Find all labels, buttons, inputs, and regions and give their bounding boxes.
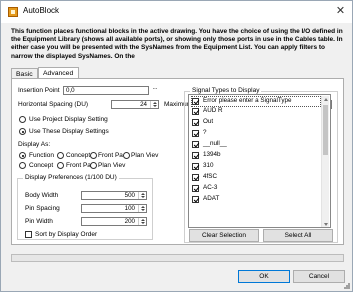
body-width-label: Body Width — [25, 192, 59, 199]
list-item-label: AC-3 — [203, 184, 218, 191]
body-width-value: 500 — [124, 192, 135, 199]
list-item[interactable]: Error please enter a SignalType — [191, 96, 321, 107]
insertion-point-label: Insertion Point — [18, 87, 60, 94]
list-item-label: ADAT — [203, 195, 220, 202]
list-item-checkbox[interactable] — [192, 163, 199, 170]
display-preferences-title: Display Preferences (1/100 DU) — [23, 174, 119, 181]
list-item[interactable]: AUD R — [192, 107, 320, 116]
list-item-label: __null__ — [203, 140, 227, 147]
display-as-concept-label: Concept — [66, 152, 91, 159]
signal-types-scrollbar[interactable] — [321, 96, 329, 227]
list-item[interactable]: ? — [192, 129, 320, 138]
horizontal-spacing-stepper[interactable]: 24 — [111, 100, 159, 109]
signal-types-listbox[interactable]: Error please enter a SignalType AUD R Ou… — [188, 94, 331, 228]
list-item-checkbox[interactable] — [192, 108, 199, 115]
pin-width-label: Pin Width — [25, 218, 53, 225]
list-item-label: 310 — [203, 162, 214, 169]
list-item[interactable]: 310 — [192, 162, 320, 171]
autoblock-app-icon — [8, 7, 18, 17]
list-item-label: AUD R — [203, 107, 223, 114]
list-item[interactable]: AC-3 — [192, 184, 320, 193]
window-title: AutoBlock — [23, 6, 60, 15]
pin-width-stepper[interactable]: 200 — [81, 217, 147, 226]
insertion-point-browse-button[interactable]: ... — [150, 85, 160, 94]
resize-grip-icon[interactable] — [343, 282, 350, 289]
title-bar: AutoBlock ✕ — [1, 1, 352, 23]
list-item-checkbox[interactable] — [192, 141, 199, 148]
cancel-button[interactable]: Cancel — [293, 270, 345, 283]
insertion-point-input[interactable]: 0,0 — [63, 86, 149, 95]
use-these-display-label: Use These Display Settings — [29, 128, 109, 135]
list-item-checkbox[interactable] — [192, 196, 199, 203]
display-as-plan-view-label-2: Plan Viev — [98, 162, 126, 169]
ok-button[interactable]: OK — [238, 270, 290, 283]
list-item-checkbox[interactable] — [192, 119, 199, 126]
list-item-checkbox[interactable] — [192, 152, 199, 159]
list-item-label: 4fSC — [203, 173, 217, 180]
list-item-label: 1394b — [203, 151, 221, 158]
display-as-function-radio[interactable] — [19, 152, 26, 159]
display-as-front-panel-radio[interactable] — [90, 152, 97, 159]
display-as-label: Display As: — [18, 141, 51, 148]
clear-selection-button[interactable]: Clear Selection — [189, 229, 259, 242]
display-as-concept-radio-2[interactable] — [19, 162, 26, 169]
pin-width-value: 200 — [124, 218, 135, 225]
scroll-up-icon[interactable] — [324, 98, 328, 101]
display-as-plan-view-radio-2[interactable] — [90, 162, 97, 169]
list-item-checkbox[interactable] — [192, 174, 199, 181]
spin-arrows-icon[interactable] — [138, 218, 146, 225]
horizontal-spacing-value: 24 — [140, 101, 147, 108]
signal-types-title: Signal Types to Display — [190, 87, 262, 94]
sort-by-display-order-label: Sort by Display Order — [35, 231, 98, 238]
list-item[interactable]: 1394b — [192, 151, 320, 160]
description-text: This function places functional blocks i… — [11, 28, 343, 60]
list-item-label: Out — [203, 118, 214, 125]
spin-arrows-icon[interactable] — [138, 192, 146, 199]
list-item-label: Error please enter a SignalType — [203, 97, 292, 104]
display-as-front-panel-label: Front Pa — [98, 152, 123, 159]
display-as-function-label: Function — [29, 152, 54, 159]
pin-spacing-label: Pin Spacing — [25, 205, 60, 212]
sort-by-display-order-checkbox[interactable] — [25, 231, 32, 238]
body-width-stepper[interactable]: 500 — [81, 191, 147, 200]
autoblock-dialog: AutoBlock ✕ This function places functio… — [0, 0, 353, 292]
display-as-front-panel-label-2: Front Pa — [66, 162, 91, 169]
use-project-display-radio[interactable] — [19, 116, 26, 123]
progress-bar — [11, 254, 344, 262]
list-item-checkbox[interactable] — [192, 130, 199, 137]
pin-spacing-value: 100 — [124, 205, 135, 212]
scroll-thumb[interactable] — [323, 105, 328, 155]
spin-arrows-icon[interactable] — [150, 101, 158, 108]
list-item-checkbox[interactable] — [192, 98, 199, 105]
list-item[interactable]: __null__ — [192, 140, 320, 149]
horizontal-spacing-label: Horizontal Spacing (DU) — [18, 101, 89, 108]
scroll-down-icon[interactable] — [324, 223, 328, 226]
use-project-display-label: Use Project Display Setting — [29, 116, 108, 123]
display-as-plan-view-label: Plan Viev — [131, 152, 159, 159]
select-all-button[interactable]: Select All — [263, 229, 333, 242]
display-as-concept-radio[interactable] — [57, 152, 64, 159]
close-icon[interactable]: ✕ — [334, 5, 347, 18]
use-these-display-radio[interactable] — [19, 128, 26, 135]
display-as-concept-label-2: Concept — [29, 162, 54, 169]
list-item[interactable]: 4fSC — [192, 173, 320, 182]
pin-spacing-stepper[interactable]: 100 — [81, 204, 147, 213]
display-as-plan-view-radio[interactable] — [123, 152, 130, 159]
list-item-checkbox[interactable] — [192, 185, 199, 192]
list-item-label: ? — [203, 129, 207, 136]
list-item[interactable]: Out — [192, 118, 320, 127]
display-as-front-panel-radio-2[interactable] — [57, 162, 64, 169]
signal-types-list-container: Error please enter a SignalType AUD R Ou… — [188, 94, 335, 250]
list-item[interactable]: ADAT — [192, 195, 320, 204]
spin-arrows-icon[interactable] — [138, 205, 146, 212]
